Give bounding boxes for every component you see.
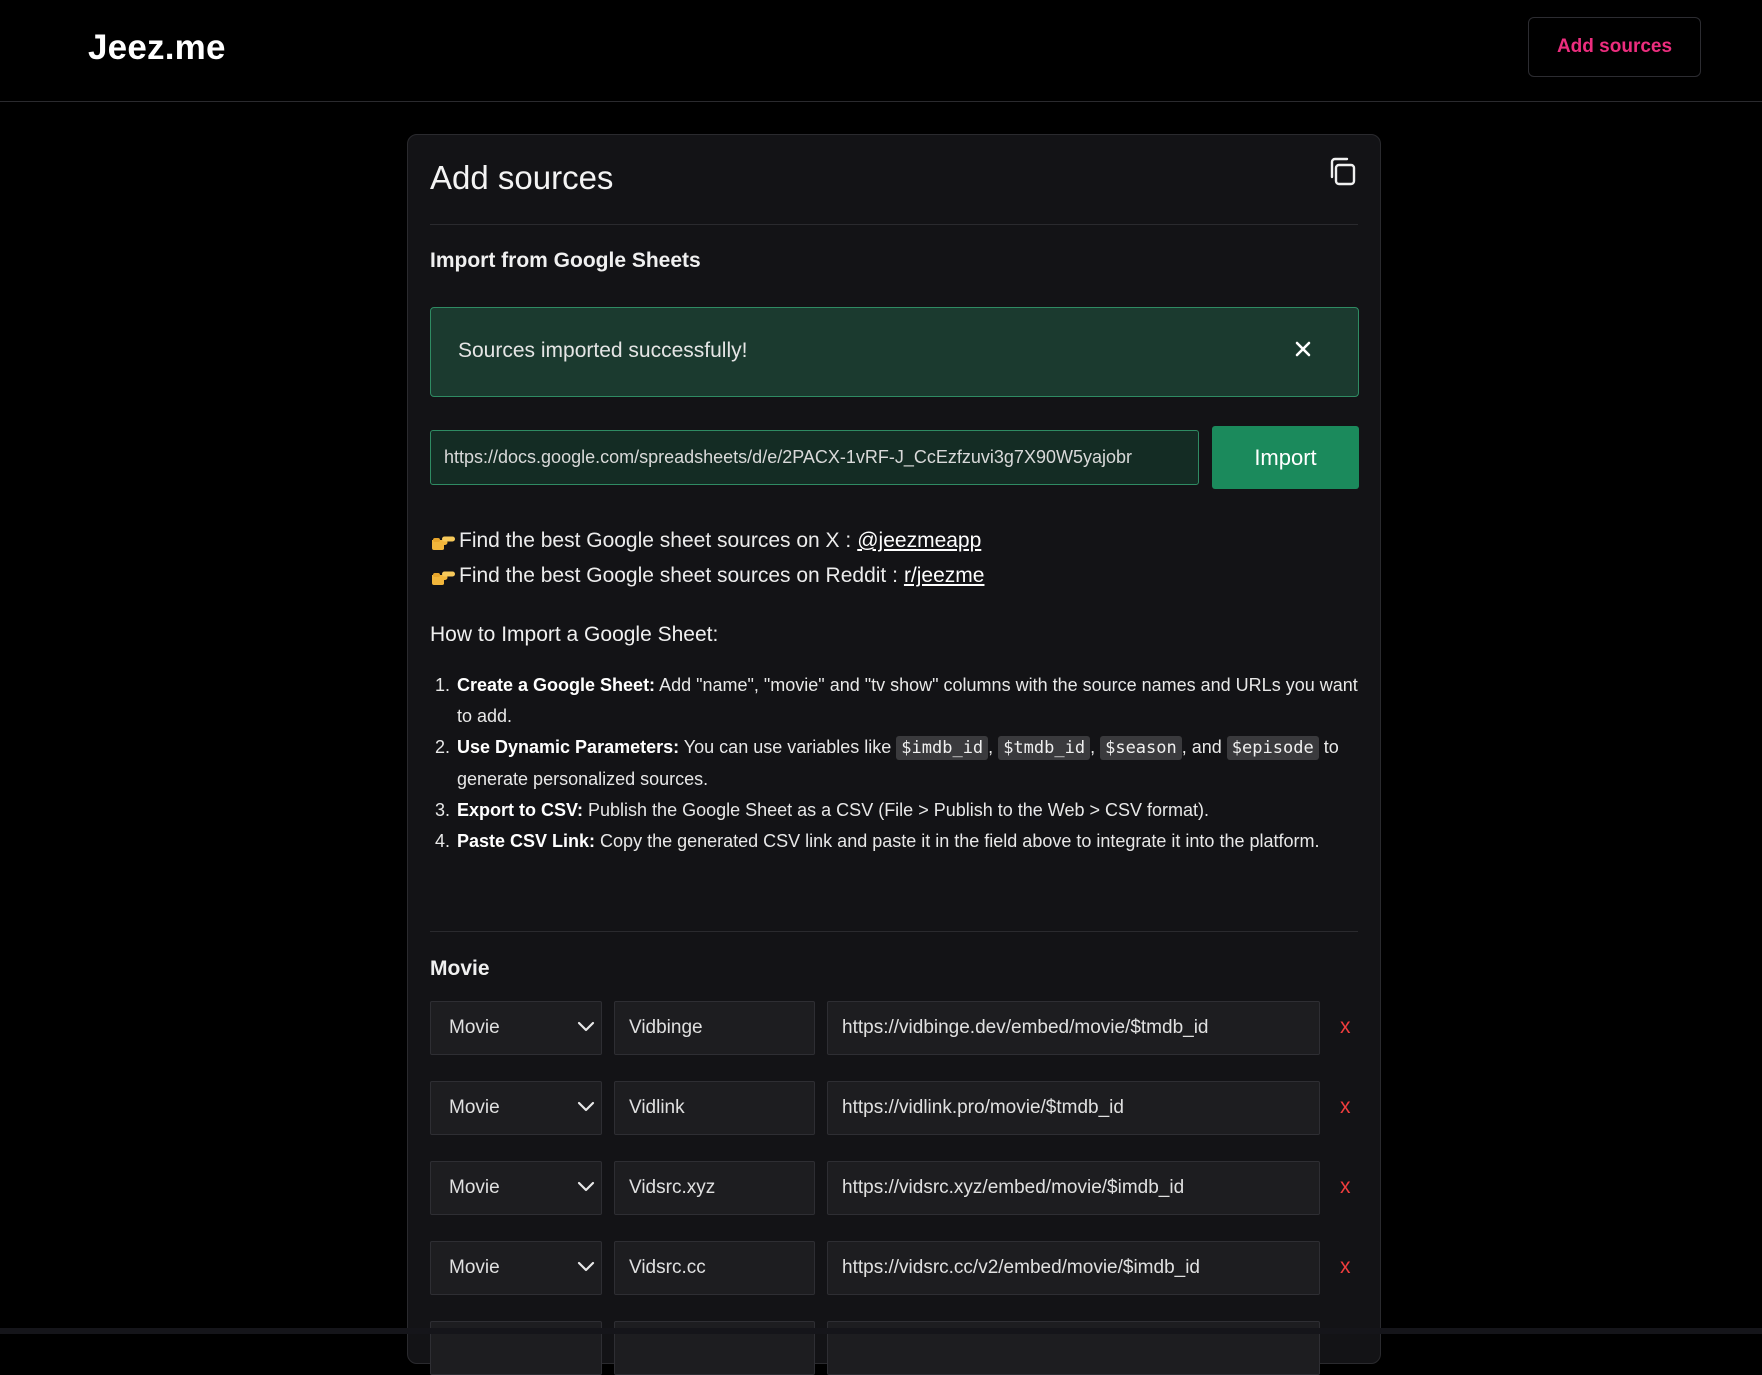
source-url-input[interactable]: https://vidlink.pro/movie/$tmdb_id [827, 1081, 1320, 1135]
import-section-title: Import from Google Sheets [430, 249, 701, 272]
google-sheet-url-input[interactable] [430, 430, 1199, 485]
code-variable: $tmdb_id [998, 736, 1091, 760]
source-type-select[interactable]: Movie [430, 1081, 602, 1135]
delete-source-button[interactable]: x [1340, 1015, 1351, 1039]
list-item: 2. Use Dynamic Parameters: You can use v… [435, 736, 1339, 789]
movie-section-title: Movie [430, 957, 490, 980]
divider [430, 224, 1358, 225]
pointing-hand-icon [432, 571, 455, 586]
code-variable: $season [1100, 736, 1182, 760]
divider [430, 931, 1358, 932]
find-on-x-line: Find the best Google sheet sources on X … [430, 529, 981, 553]
copy-icon[interactable] [1326, 155, 1360, 189]
steps-list: 1. Create a Google Sheet: Add "name", "m… [430, 670, 1360, 857]
source-url-input[interactable]: https://vidsrc.xyz/embed/movie/$imdb_id [827, 1161, 1320, 1215]
delete-source-button[interactable]: x [1340, 1095, 1351, 1119]
list-item: 4. Paste CSV Link: Copy the generated CS… [435, 831, 1320, 851]
source-type-select[interactable]: Movie [430, 1001, 602, 1055]
how-to-title: How to Import a Google Sheet: [430, 623, 719, 646]
close-icon[interactable] [1289, 335, 1317, 363]
source-name-input[interactable]: Vidlink [614, 1081, 815, 1135]
add-sources-panel: Add sources Import from Google Sheets So… [407, 134, 1381, 1375]
source-name-input[interactable]: Vidsrc.cc [614, 1241, 815, 1295]
chevron-down-icon [577, 1181, 595, 1192]
find-reddit-text: Find the best Google sheet sources on Re… [459, 564, 898, 587]
source-url-input[interactable]: https://vidsrc.cc/v2/embed/movie/$imdb_i… [827, 1241, 1320, 1295]
source-row: Movie Vidsrc.cc https://vidsrc.cc/v2/emb… [430, 1241, 1370, 1295]
alert-message: Sources imported successfully! [458, 339, 748, 362]
find-x-text: Find the best Google sheet sources on X … [459, 529, 852, 552]
source-type-select[interactable]: Movie [430, 1161, 602, 1215]
source-name-input[interactable]: Vidsrc.xyz [614, 1161, 815, 1215]
delete-source-button[interactable]: x [1340, 1255, 1351, 1279]
delete-source-button[interactable]: x [1340, 1175, 1351, 1199]
panel-title: Add sources [430, 159, 614, 196]
list-item: 1. Create a Google Sheet: Add "name", "m… [435, 675, 1358, 726]
pointing-hand-icon [432, 536, 455, 551]
source-type-select[interactable]: Movie [430, 1241, 602, 1295]
find-on-reddit-line: Find the best Google sheet sources on Re… [430, 564, 984, 588]
code-variable: $imdb_id [896, 736, 989, 760]
add-sources-button[interactable]: Add sources [1528, 17, 1701, 77]
source-name-input[interactable]: Vidbinge [614, 1001, 815, 1055]
chevron-down-icon [577, 1021, 595, 1032]
source-row: Movie Vidsrc.xyz https://vidsrc.xyz/embe… [430, 1161, 1370, 1215]
chevron-down-icon [577, 1261, 595, 1272]
import-button[interactable]: Import [1212, 426, 1359, 489]
x-account-link[interactable]: @jeezmeapp [857, 529, 981, 553]
brand-logo[interactable]: Jeez.me [88, 28, 226, 68]
source-url-input[interactable]: https://vidbinge.dev/embed/movie/$tmdb_i… [827, 1001, 1320, 1055]
source-row: Movie Vidbinge https://vidbinge.dev/embe… [430, 1001, 1370, 1055]
reddit-link[interactable]: r/jeezme [904, 564, 985, 588]
bottom-edge [0, 1328, 1762, 1334]
code-variable: $episode [1226, 736, 1319, 760]
top-navigation-bar: Jeez.me Add sources [0, 0, 1762, 102]
list-item: 3. Export to CSV: Publish the Google She… [435, 800, 1209, 820]
source-row: Movie Vidlink https://vidlink.pro/movie/… [430, 1081, 1370, 1135]
chevron-down-icon [577, 1101, 595, 1112]
success-alert: Sources imported successfully! [430, 307, 1359, 397]
